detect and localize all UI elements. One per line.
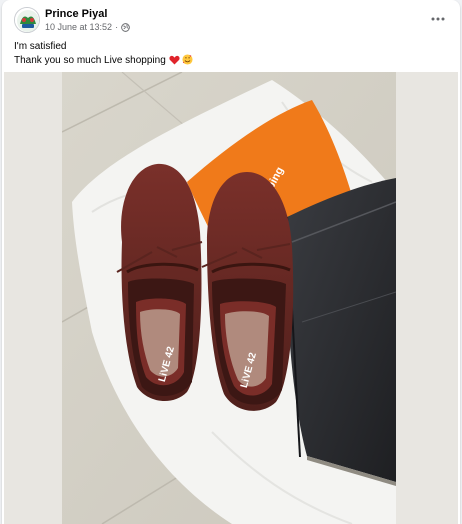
author-name[interactable]: Prince Piyal xyxy=(45,8,107,20)
post-text-line-1: I'm satisfied xyxy=(14,41,67,52)
meta-separator: · xyxy=(115,22,119,32)
post-photo-container[interactable]: Live Shopping LiVE xyxy=(4,72,458,524)
globe-icon xyxy=(121,22,130,32)
post-text-line-2-wrap: Thank you so much Live shopping xyxy=(14,54,193,70)
more-options-icon xyxy=(431,17,445,21)
more-options-button[interactable] xyxy=(428,10,448,28)
post-meta: 10 June at 13:52 · xyxy=(45,22,130,32)
shoes-photo: Live Shopping LiVE xyxy=(62,72,396,524)
post-photo: Live Shopping LiVE xyxy=(62,72,396,524)
post-card: Prince Piyal 10 June at 13:52 · I'm sati… xyxy=(2,0,460,524)
smiling-face-with-hearts-icon xyxy=(182,54,193,70)
red-heart-icon xyxy=(168,55,180,70)
post-text: I'm satisfied Thank you so much Live sho… xyxy=(14,40,193,70)
post-text-line-2: Thank you so much Live shopping xyxy=(14,55,166,66)
profile-avatar[interactable] xyxy=(14,7,40,33)
post-header: Prince Piyal 10 June at 13:52 · xyxy=(2,0,460,38)
avatar-image xyxy=(15,8,39,32)
post-date[interactable]: 10 June at 13:52 xyxy=(45,22,112,32)
